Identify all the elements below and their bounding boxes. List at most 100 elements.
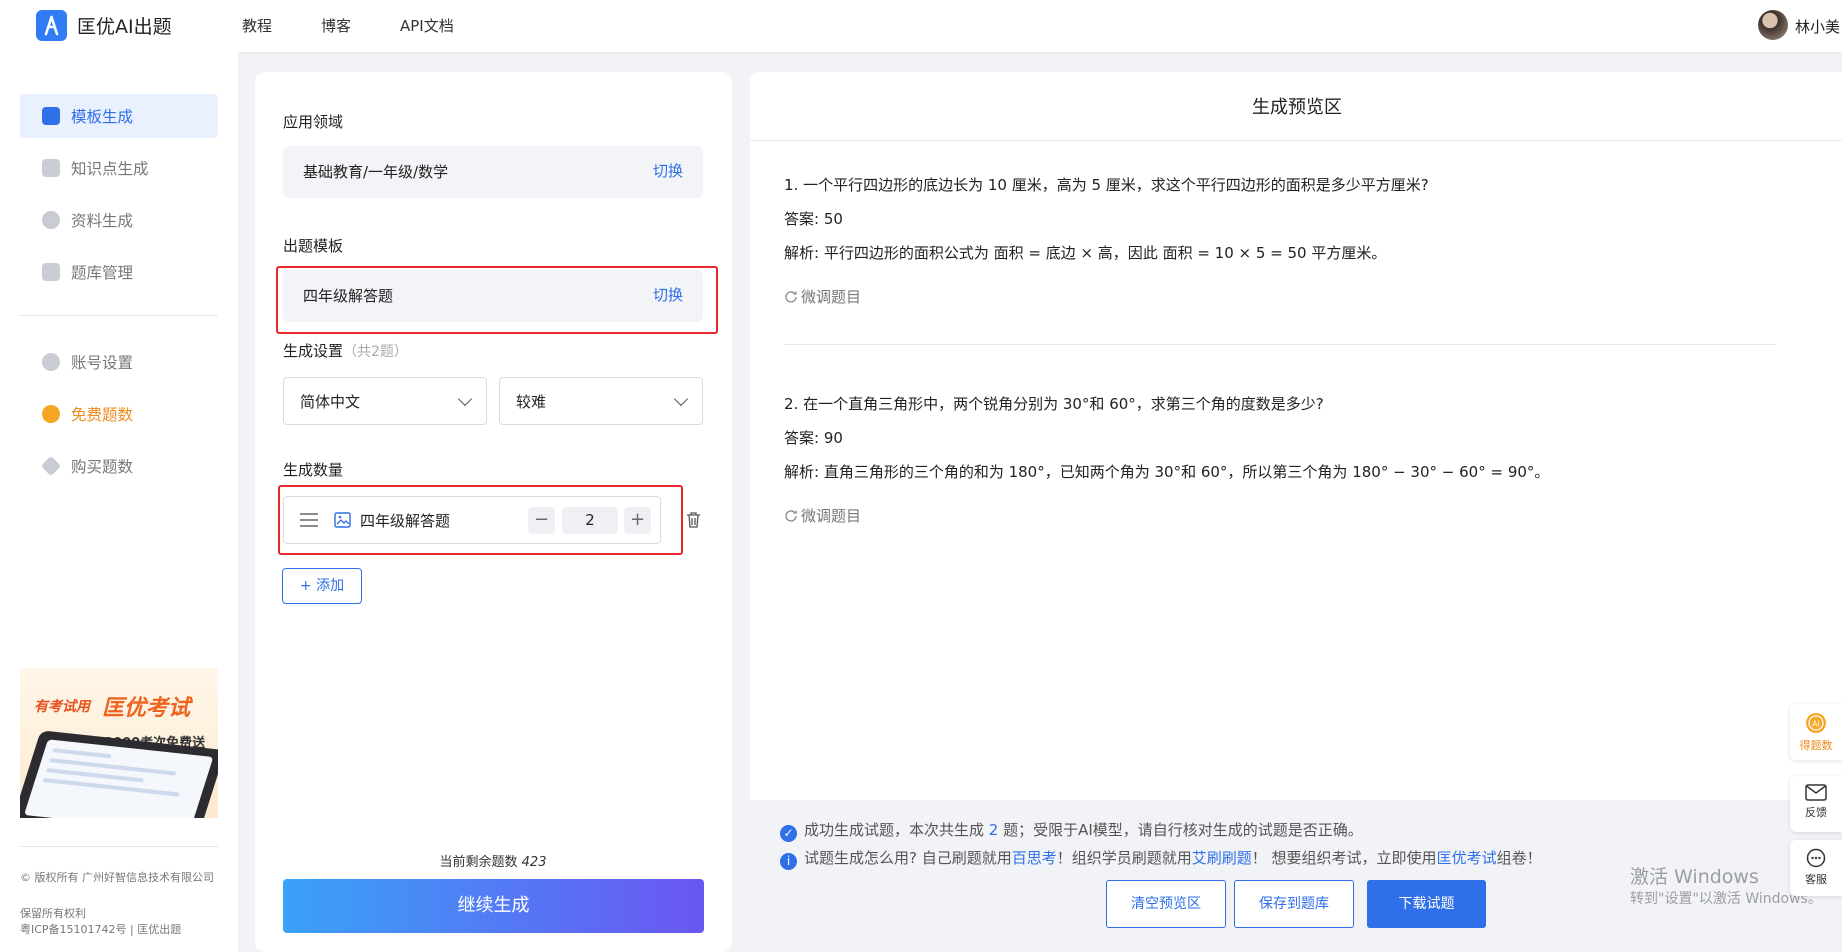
language-select[interactable]: 简体中文 <box>283 377 487 425</box>
sidebar-item-template-generate[interactable]: 模板生成 <box>20 94 218 138</box>
link-kuangyou-exam[interactable]: 匡优考试 <box>1437 849 1497 867</box>
difficulty-select[interactable]: 较难 <box>499 377 703 425</box>
sidebar-item-label: 账号设置 <box>71 354 134 372</box>
promo-banner[interactable]: 有考试用 匡优考试 3000考次免费送 <box>20 668 218 818</box>
question-bank-icon <box>42 263 60 281</box>
mail-icon <box>1805 784 1827 801</box>
float-label: 得题数 <box>1799 739 1833 752</box>
sidebar-item-label: 资料生成 <box>71 212 134 230</box>
highlight-box <box>278 485 683 555</box>
domain-switch-button[interactable]: 切换 <box>653 160 683 181</box>
trash-icon[interactable] <box>686 512 701 528</box>
top-navbar: 匡优AI出题 教程 博客 API文档 林小美 <box>0 0 1842 52</box>
notice-text: ！组织学员刷题就用 <box>1056 849 1192 867</box>
domain-field: 基础教育/一年级/数学 切换 <box>283 146 703 198</box>
sidebar-item-label: 购买题数 <box>71 458 134 476</box>
app-root: 匡优AI出题 教程 博客 API文档 林小美 模板生成 知识点生成 资料生成 题… <box>0 0 1842 952</box>
chevron-down-icon <box>673 391 689 407</box>
user-icon <box>42 353 60 371</box>
download-questions-button[interactable]: 下载试题 <box>1367 880 1486 928</box>
nav-blog[interactable]: 博客 <box>321 15 351 36</box>
sidebar: 模板生成 知识点生成 资料生成 题库管理 账号设置 免费题数 购买题数 有考试用 <box>0 52 238 952</box>
highlight-box <box>276 266 718 334</box>
diamond-icon <box>40 455 62 477</box>
domain-label: 应用领域 <box>283 113 344 131</box>
quantity-label: 生成数量 <box>283 461 344 479</box>
avatar[interactable] <box>1758 10 1788 40</box>
chat-icon <box>1806 848 1826 868</box>
promo-tag: 有考试用 <box>34 699 90 715</box>
template-icon <box>42 107 60 125</box>
nav-api-docs[interactable]: API文档 <box>400 15 454 36</box>
ai-coin-icon <box>42 405 60 423</box>
remaining-count: 当前剩余题数 423 <box>283 851 703 870</box>
notice-text: ！ 想要组织考试，立即使用 <box>1251 849 1437 867</box>
rights-text: 保留所有权利 <box>20 907 86 920</box>
sidebar-item-label: 模板生成 <box>71 108 134 126</box>
remaining-label: 当前剩余题数 <box>439 855 518 870</box>
svg-text:AI: AI <box>1812 720 1820 729</box>
sidebar-item-material-generate[interactable]: 资料生成 <box>20 198 218 242</box>
tune-label: 微调题目 <box>801 507 862 525</box>
tune-label: 微调题目 <box>801 288 862 306</box>
notice-text: 试题生成怎么用? 自己刷题就用 <box>804 849 1012 867</box>
clear-preview-button[interactable]: 清空预览区 <box>1106 880 1226 928</box>
sidebar-item-question-bank[interactable]: 题库管理 <box>20 250 218 294</box>
sidebar-item-account-settings[interactable]: 账号设置 <box>20 340 218 384</box>
brand-name[interactable]: 匡优AI出题 <box>77 12 172 39</box>
info-icon: i <box>780 853 797 870</box>
save-to-bank-button[interactable]: 保存到题库 <box>1234 880 1354 928</box>
question-1-analysis: 解析: 平行四边形的面积公式为 面积 = 底边 × 高，因此 面积 = 10 ×… <box>784 244 1387 262</box>
question-2-text: 2. 在一个直角三角形中，两个锐角分别为 30°和 60°，求第三个角的度数是多… <box>784 395 1324 413</box>
float-customer-service[interactable]: 客服 <box>1790 840 1842 896</box>
sidebar-item-label: 知识点生成 <box>71 160 149 178</box>
preview-header-divider <box>750 140 1842 141</box>
difficulty-value: 较难 <box>516 393 547 411</box>
knowledge-icon <box>42 159 60 177</box>
domain-value: 基础教育/一年级/数学 <box>303 163 449 181</box>
float-label: 客服 <box>1805 873 1827 886</box>
chevron-down-icon <box>457 391 473 407</box>
generated-count: 2 <box>988 821 999 839</box>
sidebar-footer-divider <box>20 846 218 847</box>
brand-logo-icon[interactable] <box>36 10 67 41</box>
template-label: 出题模板 <box>283 237 344 255</box>
notice-text: 题；受限于AI模型，请自行核对生成的试题是否正确。 <box>998 821 1363 839</box>
sidebar-item-buy-questions[interactable]: 购买题数 <box>20 444 218 488</box>
refresh-icon <box>785 291 797 303</box>
copyright-text: © 版权所有 广州好智信息技术有限公司 <box>20 871 214 884</box>
question-divider <box>784 344 1776 345</box>
sidebar-divider <box>20 315 218 316</box>
add-template-button[interactable]: + 添加 <box>282 568 362 604</box>
preview-title: 生成预览区 <box>1252 97 1342 118</box>
ai-coin-icon: AI <box>1806 713 1826 733</box>
continue-generate-button[interactable]: 继续生成 <box>283 879 704 933</box>
settings-label: 生成设置（共2题） <box>283 340 408 361</box>
sidebar-item-knowledge-generate[interactable]: 知识点生成 <box>20 146 218 190</box>
tune-question-1-button[interactable]: 微调题目 <box>784 286 861 307</box>
float-free-questions[interactable]: AI 得题数 <box>1790 704 1842 760</box>
question-1-text: 1. 一个平行四边形的底边长为 10 厘米，高为 5 厘米，求这个平行四边形的面… <box>784 176 1429 194</box>
question-2-analysis: 解析: 直角三角形的三个角的和为 180°，已知两个角为 30°和 60°，所以… <box>784 463 1550 481</box>
tune-question-2-button[interactable]: 微调题目 <box>784 505 861 526</box>
question-2-answer: 答案: 90 <box>784 429 843 447</box>
question-1-answer: 答案: 50 <box>784 210 843 228</box>
username[interactable]: 林小美 <box>1795 16 1840 37</box>
check-circle-icon: ✓ <box>780 825 797 842</box>
sidebar-item-free-questions[interactable]: 免费题数 <box>20 392 218 436</box>
sidebar-item-label: 免费题数 <box>71 406 134 424</box>
usage-notice: i 试题生成怎么用? 自己刷题就用百思考！组织学员刷题就用艾刷刷题！ 想要组织考试… <box>780 847 1542 870</box>
nav-tutorial[interactable]: 教程 <box>242 15 272 36</box>
settings-label-text: 生成设置 <box>283 342 344 360</box>
windows-watermark-title: 激活 Windows <box>1630 866 1759 888</box>
notice-text: 成功生成试题，本次共生成 <box>804 821 989 839</box>
remaining-value: 423 <box>521 855 547 870</box>
link-baisikao[interactable]: 百思考 <box>1012 849 1057 867</box>
notice-text: 组卷！ <box>1496 849 1542 867</box>
material-icon <box>42 211 60 229</box>
icp-text[interactable]: 粤ICP备15101742号 | 匡优出题 <box>20 922 220 937</box>
float-feedback[interactable]: 反馈 <box>1790 776 1842 832</box>
promo-brand: 匡优考试 <box>102 696 191 721</box>
sidebar-item-label: 题库管理 <box>71 264 134 282</box>
link-aishuashuati[interactable]: 艾刷刷题 <box>1192 849 1252 867</box>
